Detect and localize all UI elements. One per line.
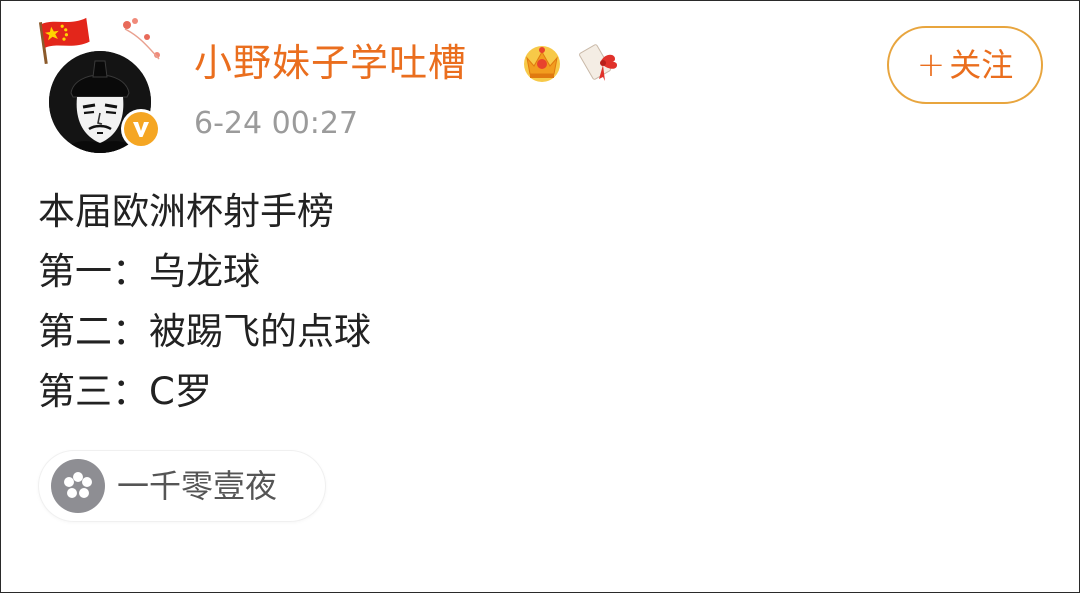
verified-v-icon (124, 112, 158, 146)
post-content: 本届欧洲杯射手榜 第一：乌龙球 第二：被踢飞的点球 第三：C罗 (38, 182, 998, 422)
post-line: 本届欧洲杯射手榜 (38, 190, 334, 233)
flower-icon (51, 459, 105, 513)
post-timestamp: 6-24 00:27 (194, 106, 359, 141)
post-line: 第二：被踢飞的点球 (38, 310, 371, 353)
topic-chip[interactable]: 一千零壹夜 (39, 451, 325, 521)
post-line: 第三：C罗 (38, 370, 212, 413)
author-name[interactable]: 小野妹子学吐槽 (194, 39, 467, 87)
gift-scroll-icon[interactable] (575, 39, 623, 85)
author-badges (519, 39, 623, 85)
weibo-post-card: 小野妹子学吐槽 6-24 00:27 + 关注 本届欧洲杯射手榜 第一：乌龙球 … (0, 0, 1080, 593)
topic-chip-label: 一千零壹夜 (117, 467, 278, 505)
plus-icon: + (916, 45, 946, 85)
verified-badge (121, 109, 161, 149)
post-line: 第一：乌龙球 (38, 250, 260, 293)
follow-button[interactable]: + 关注 (887, 26, 1043, 104)
crown-icon[interactable] (519, 40, 565, 84)
avatar-cluster[interactable] (37, 15, 167, 155)
follow-button-label: 关注 (949, 46, 1014, 84)
